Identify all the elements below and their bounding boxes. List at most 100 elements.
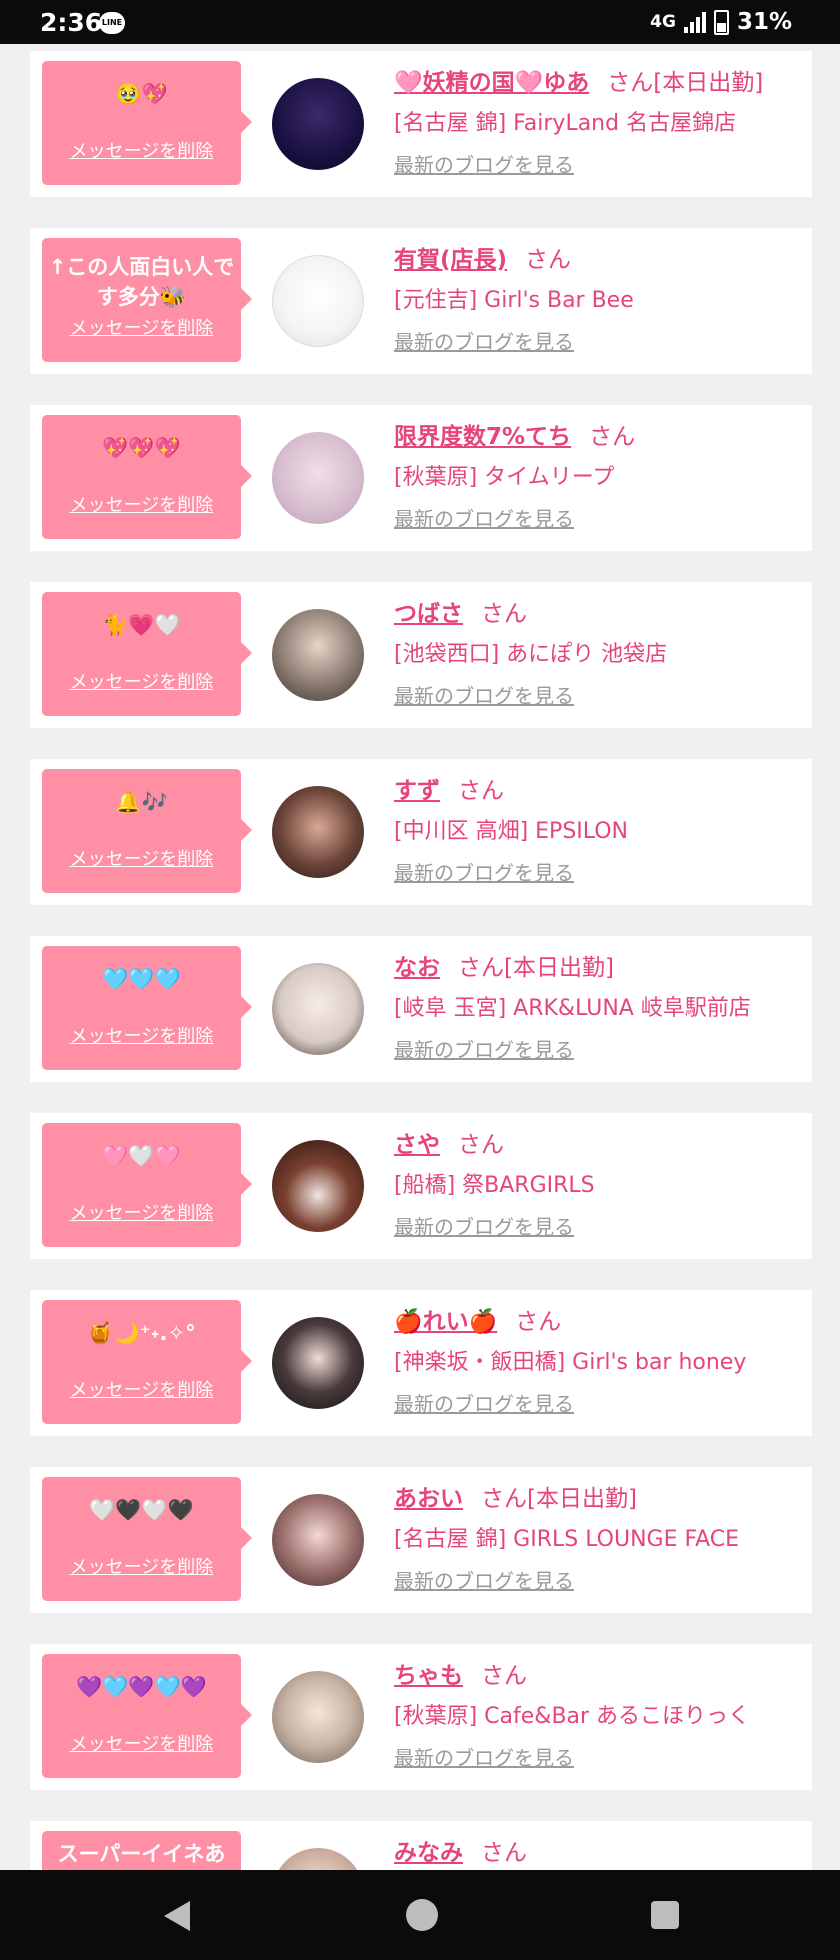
profile-name-link[interactable]: 🍎れい🍎 bbox=[394, 1309, 497, 1335]
list-item: 🍯🌙⁺˖.✧° メッセージを削除 🍎れい🍎 さん [神楽坂・飯田橋] Girl's… bbox=[30, 1290, 812, 1436]
avatar[interactable] bbox=[272, 1848, 364, 1870]
message-bubble: 🍯🌙⁺˖.✧° メッセージを削除 bbox=[42, 1300, 252, 1424]
shop-name: [名古屋 錦] GIRLS LOUNGE FACE bbox=[394, 1527, 740, 1552]
honorific: さん bbox=[607, 70, 654, 96]
delete-message-link[interactable]: メッセージを削除 bbox=[42, 1376, 241, 1402]
view-blog-link[interactable]: 最新のブログを見る bbox=[394, 149, 574, 178]
signal-icon bbox=[683, 11, 706, 33]
shop-name: [神楽坂・飯田橋] Girl's bar honey bbox=[394, 1350, 747, 1375]
honorific: さん bbox=[515, 1309, 562, 1335]
avatar[interactable] bbox=[272, 78, 364, 170]
delete-message-link[interactable]: メッセージを削除 bbox=[42, 314, 241, 340]
message-text: 💜🩵💜🩵💜 bbox=[76, 1675, 207, 1699]
list-item: 🔔🎶 メッセージを削除 すず さん [中川区 高畑] EPSILON 最新のブログ… bbox=[30, 759, 812, 905]
message-bubble: 💜🩵💜🩵💜 メッセージを削除 bbox=[42, 1654, 252, 1778]
delete-message-link[interactable]: メッセージを削除 bbox=[42, 137, 241, 163]
message-bubble: 💖💖💖 メッセージを削除 bbox=[42, 415, 252, 539]
view-blog-link[interactable]: 最新のブログを見る bbox=[394, 326, 574, 355]
list-item: 🤍🖤🤍🖤 メッセージを削除 あおい さん[本日出勤] [名古屋 錦] GIRLS … bbox=[30, 1467, 812, 1613]
network-type: 4G bbox=[650, 12, 676, 32]
avatar[interactable] bbox=[272, 432, 364, 524]
shop-name: [岐阜 玉宮] ARK&LUNA 岐阜駅前店 bbox=[394, 996, 751, 1021]
line-notification-icon: LINE bbox=[99, 12, 125, 34]
message-bubble: 🩷🤍🩷 メッセージを削除 bbox=[42, 1123, 252, 1247]
list-item: 🐈💗🤍 メッセージを削除 つばさ さん [池袋西口] あにぽり 池袋店 最新のブロ… bbox=[30, 582, 812, 728]
on-duty-tag: [本日出勤] bbox=[653, 70, 764, 96]
view-blog-link[interactable]: 最新のブログを見る bbox=[394, 680, 574, 709]
delete-message-link[interactable]: メッセージを削除 bbox=[42, 1553, 241, 1579]
avatar[interactable] bbox=[272, 1140, 364, 1232]
message-text: 🔔🎶 bbox=[115, 790, 168, 814]
profile-name-link[interactable]: なお bbox=[394, 955, 440, 981]
list-item: 🩵🩵🩵 メッセージを削除 なお さん[本日出勤] [岐阜 玉宮] ARK&LUNA… bbox=[30, 936, 812, 1082]
shop-name: [池袋西口] あにぽり 池袋店 bbox=[394, 642, 668, 667]
honorific: さん bbox=[481, 1663, 527, 1689]
delete-message-link[interactable]: メッセージを削除 bbox=[42, 845, 241, 871]
profile-name-link[interactable]: つばさ bbox=[394, 601, 463, 627]
delete-message-link[interactable]: メッセージを削除 bbox=[42, 668, 241, 694]
back-icon[interactable] bbox=[164, 1901, 190, 1931]
profile-name-link[interactable]: 限界度数7%てち bbox=[394, 424, 571, 450]
view-blog-link[interactable]: 最新のブログを見る bbox=[394, 1211, 574, 1240]
profile-name-link[interactable]: あおい bbox=[394, 1486, 463, 1512]
profile-name-link[interactable]: 🩷妖精の国🩷ゆあ bbox=[394, 70, 589, 96]
home-icon[interactable] bbox=[406, 1899, 438, 1931]
list-item: 🩷🤍🩷 メッセージを削除 さや さん [船橋] 祭BARGIRLS 最新のブログを… bbox=[30, 1113, 812, 1259]
profile-name-link[interactable]: すず bbox=[394, 778, 440, 804]
delete-message-link[interactable]: メッセージを削除 bbox=[42, 491, 241, 517]
view-blog-link[interactable]: 最新のブログを見る bbox=[394, 857, 574, 886]
message-text: 🩵🩵🩵 bbox=[102, 967, 181, 991]
delete-message-link[interactable]: メッセージを削除 bbox=[42, 1199, 241, 1225]
message-text: 🩷🤍🩷 bbox=[102, 1144, 181, 1168]
view-blog-link[interactable]: 最新のブログを見る bbox=[394, 1742, 574, 1771]
message-text: 🤍🖤🤍🖤 bbox=[89, 1498, 194, 1522]
shop-name: [元住吉] Girl's Bar Bee bbox=[394, 288, 634, 313]
avatar[interactable] bbox=[272, 255, 364, 347]
honorific: さん bbox=[481, 1840, 527, 1866]
view-blog-link[interactable]: 最新のブログを見る bbox=[394, 503, 574, 532]
delete-message-link[interactable]: メッセージを削除 bbox=[42, 1022, 241, 1048]
message-text: 🍯🌙⁺˖.✧° bbox=[87, 1321, 196, 1345]
list-item: 💜🩵💜🩵💜 メッセージを削除 ちゃも さん [秋葉原] Cafe&Bar あるこほ… bbox=[30, 1644, 812, 1790]
list-item: 💖💖💖 メッセージを削除 限界度数7%てち さん [秋葉原] タイムリープ 最新の… bbox=[30, 405, 812, 551]
on-duty-tag: [本日出勤] bbox=[504, 955, 614, 981]
honorific: さん bbox=[458, 1132, 504, 1158]
honorific: さん bbox=[458, 778, 504, 804]
view-blog-link[interactable]: 最新のブログを見る bbox=[394, 1388, 574, 1417]
message-text: スーパーイイネあ bbox=[57, 1842, 226, 1866]
message-bubble: 🥹💖 メッセージを削除 bbox=[42, 61, 252, 185]
profile-name-link[interactable]: 有賀(店長) bbox=[394, 247, 507, 273]
shop-name: [秋葉原] Cafe&Bar あるこほりっく bbox=[394, 1704, 751, 1729]
avatar[interactable] bbox=[272, 963, 364, 1055]
message-bubble: 🤍🖤🤍🖤 メッセージを削除 bbox=[42, 1477, 252, 1601]
profile-name-link[interactable]: ちゃも bbox=[394, 1663, 463, 1689]
message-bubble: 🩵🩵🩵 メッセージを削除 bbox=[42, 946, 252, 1070]
message-text: ↑この人面白い人です多分🐝 bbox=[48, 255, 235, 309]
list-item: スーパーイイネあ みなみ さん bbox=[30, 1821, 812, 1870]
status-bar: 2:36 LINE 4G 31% bbox=[0, 0, 840, 44]
message-bubble: スーパーイイネあ bbox=[42, 1831, 241, 1870]
avatar[interactable] bbox=[272, 786, 364, 878]
profile-name-link[interactable]: さや bbox=[394, 1132, 440, 1158]
honorific: さん bbox=[481, 601, 527, 627]
shop-name: [名古屋 錦] FairyLand 名古屋錦店 bbox=[394, 111, 737, 136]
avatar[interactable] bbox=[272, 1494, 364, 1586]
navigation-bar bbox=[0, 1870, 840, 1960]
avatar[interactable] bbox=[272, 609, 364, 701]
recent-apps-icon[interactable] bbox=[651, 1901, 679, 1929]
profile-name-link[interactable]: みなみ bbox=[394, 1840, 463, 1866]
honorific: さん bbox=[589, 424, 636, 450]
shop-name: [秋葉原] タイムリープ bbox=[394, 465, 615, 490]
message-list[interactable]: 🥹💖 メッセージを削除 🩷妖精の国🩷ゆあ さん[本日出勤] [名古屋 錦] Fai… bbox=[0, 44, 840, 1870]
on-duty-tag: [本日出勤] bbox=[527, 1486, 637, 1512]
honorific: さん bbox=[481, 1486, 527, 1512]
message-bubble: 🐈💗🤍 メッセージを削除 bbox=[42, 592, 252, 716]
message-text: 🥹💖 bbox=[115, 82, 168, 106]
avatar[interactable] bbox=[272, 1317, 364, 1409]
avatar[interactable] bbox=[272, 1671, 364, 1763]
list-item: 🥹💖 メッセージを削除 🩷妖精の国🩷ゆあ さん[本日出勤] [名古屋 錦] Fai… bbox=[30, 51, 812, 197]
list-item: ↑この人面白い人です多分🐝 メッセージを削除 有賀(店長) さん [元住吉] Gi… bbox=[30, 228, 812, 374]
delete-message-link[interactable]: メッセージを削除 bbox=[42, 1730, 241, 1756]
view-blog-link[interactable]: 最新のブログを見る bbox=[394, 1034, 574, 1063]
view-blog-link[interactable]: 最新のブログを見る bbox=[394, 1565, 574, 1594]
